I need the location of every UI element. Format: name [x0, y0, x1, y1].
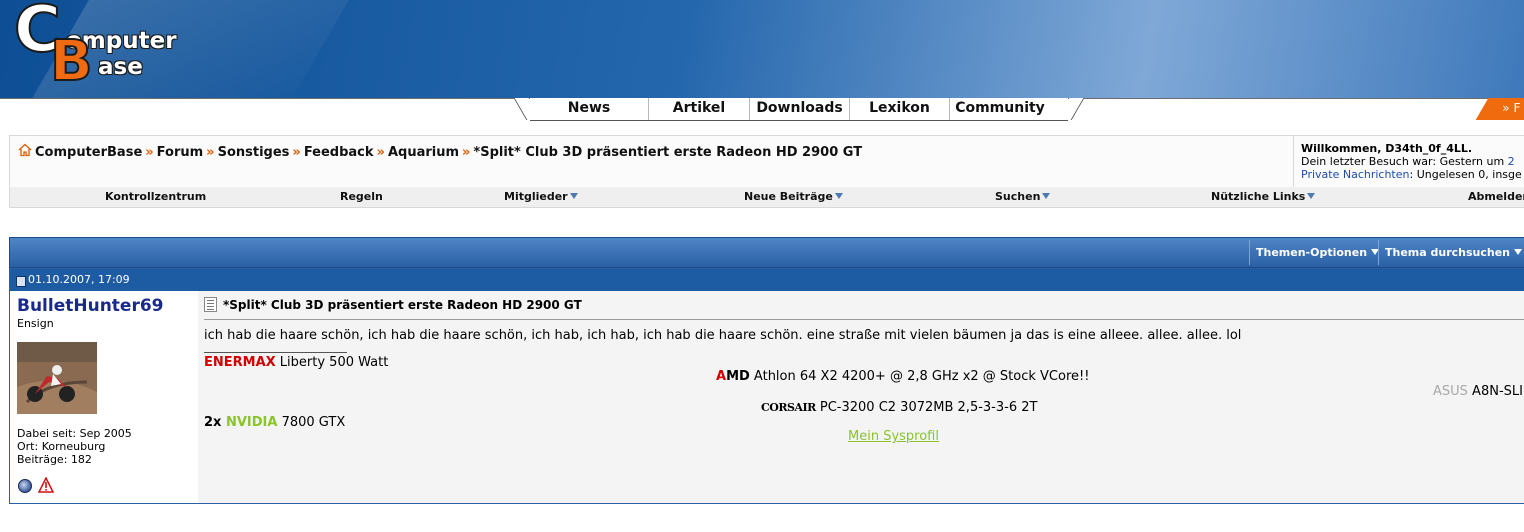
cpu-model: Athlon 64 X2 4200+ @ 2,8 GHz x2 @ Stock …: [749, 369, 1090, 384]
header-orange-button-label: » F: [1502, 101, 1521, 115]
gpu-brand: NVIDIA: [225, 415, 278, 430]
breadcrumb-sonstiges[interactable]: Sonstiges: [218, 145, 290, 160]
motocross-avatar-image: [17, 342, 97, 414]
private-messages-status: : Ungelesen 0, insge: [1409, 168, 1522, 181]
thread-options-button[interactable]: Themen-Optionen: [1249, 240, 1385, 265]
thread-search-button[interactable]: Thema durchsuchen: [1378, 240, 1524, 265]
psu-brand: ENERMAX: [204, 355, 276, 370]
breadcrumb-separator: »: [462, 145, 471, 160]
main-nav: News Artikel Downloads Lexikon Community: [530, 98, 1068, 121]
last-visit-time[interactable]: 2: [1508, 155, 1515, 168]
dropdown-arrow-icon: [1514, 249, 1523, 255]
subnav-mitglieder[interactable]: Mitglieder: [504, 190, 578, 203]
subnav-neue-beitraege-label: Neue Beiträge: [744, 190, 833, 203]
signature-psu: ENERMAX Liberty 500 Watt: [204, 355, 388, 370]
ram-brand: CORSAIR: [761, 401, 816, 414]
signature-ram: CORSAIR PC-3200 C2 3072MB 2,5-3-3-6 2T: [761, 400, 1037, 415]
breadcrumb-separator: »: [292, 145, 301, 160]
subnav-abmelden[interactable]: Abmelden: [1468, 190, 1524, 203]
signature-cpu: AMD Athlon 64 X2 4200+ @ 2,8 GHz x2 @ St…: [716, 369, 1089, 384]
subnav-neue-beitraege[interactable]: Neue Beiträge: [744, 190, 843, 203]
document-icon: [204, 297, 217, 312]
nav-tab-downloads[interactable]: Downloads: [749, 98, 849, 120]
signature-gpu: 2x NVIDIA 7800 GTX: [204, 415, 345, 430]
private-messages-link[interactable]: Private Nachrichten: [1301, 168, 1410, 181]
breadcrumb-separator: »: [206, 145, 215, 160]
ram-model: PC-3200 C2 3072MB 2,5-3-3-6 2T: [815, 400, 1038, 415]
breadcrumb-separator: »: [145, 145, 154, 160]
breadcrumb-current-thread: *Split* Club 3D präsentiert erste Radeon…: [473, 145, 863, 160]
nav-tab-artikel[interactable]: Artikel: [648, 98, 749, 120]
logo-letter-b: B: [49, 29, 94, 94]
report-post-icon[interactable]: [38, 477, 54, 493]
post-title: *Split* Club 3D präsentiert erste Radeon…: [204, 297, 582, 312]
breadcrumb-feedback[interactable]: Feedback: [304, 145, 374, 160]
sub-navigation: Kontrollzentrum Regeln Mitglieder Neue B…: [9, 187, 1524, 208]
computerbase-logo[interactable]: C omputer B ase: [13, 0, 177, 94]
breadcrumb-panel: ComputerBase» Forum» Sonstiges» Feedback» Aq…: [9, 135, 1524, 188]
nav-tab-lexikon[interactable]: Lexikon: [849, 98, 949, 120]
user-info-pane: BulletHunter69 Ensign Dabei seit: Sep 20…: [10, 291, 198, 503]
forum-post: 01.10.2007, 17:09 BulletHunter69 Ensign …: [9, 268, 1524, 504]
last-visit: Dein letzter Besuch war: Gestern um 2: [1301, 155, 1524, 168]
psu-model: Liberty 500 Watt: [275, 355, 389, 370]
subnav-regeln[interactable]: Regeln: [340, 190, 383, 203]
signature-board: ASUS A8N-SLI: [1433, 384, 1523, 399]
welcome-box: Willkommen, D34th_0f_4LL. Dein letzter B…: [1293, 136, 1524, 187]
signature-divider: [204, 352, 347, 353]
post-username[interactable]: BulletHunter69: [17, 296, 164, 316]
user-rank: Ensign: [17, 317, 54, 330]
nav-tab-community[interactable]: Community: [949, 98, 1050, 120]
welcome-greeting: Willkommen, D34th_0f_4LL.: [1301, 142, 1473, 155]
home-icon[interactable]: [18, 143, 32, 157]
breadcrumb-forum[interactable]: Forum: [157, 145, 204, 160]
nav-tab-news[interactable]: News: [530, 98, 648, 120]
dropdown-arrow-icon: [1307, 193, 1316, 199]
post-title-text: *Split* Club 3D präsentiert erste Radeon…: [223, 298, 582, 312]
breadcrumb-computerbase[interactable]: ComputerBase: [35, 145, 142, 160]
private-messages: Private Nachrichten: Ungelesen 0, insge: [1301, 168, 1524, 181]
post-divider: [204, 319, 1524, 320]
dropdown-arrow-icon: [569, 193, 578, 199]
user-details: Dabei seit: Sep 2005 Ort: Korneuburg Bei…: [17, 427, 132, 466]
cpu-brand-md: MD: [726, 369, 750, 384]
thread-search-label: Thema durchsuchen: [1385, 246, 1511, 259]
post-body: ich hab die haare schön, ich hab die haa…: [204, 328, 1242, 343]
breadcrumb-aquarium[interactable]: Aquarium: [388, 145, 459, 160]
post-content: *Split* Club 3D präsentiert erste Radeon…: [198, 291, 1524, 503]
thread-toolbar: Themen-Optionen Thema durchsuchen: [9, 237, 1524, 268]
user-location: Ort: Korneuburg: [17, 440, 106, 453]
board-brand: ASUS: [1433, 384, 1468, 399]
post-date: 01.10.2007, 17:09: [28, 273, 130, 286]
cpu-brand-a: A: [716, 369, 727, 384]
breadcrumb-separator: »: [376, 145, 385, 160]
subnav-kontrollzentrum[interactable]: Kontrollzentrum: [105, 190, 206, 203]
last-visit-text: Dein letzter Besuch war: Gestern um: [1301, 155, 1505, 168]
site-header: C omputer B ase: [0, 0, 1524, 100]
gpu-count: 2x: [204, 415, 226, 430]
breadcrumb: ComputerBase» Forum» Sonstiges» Feedback» Aq…: [18, 143, 862, 160]
subnav-suchen[interactable]: Suchen: [995, 190, 1051, 203]
dropdown-arrow-icon: [1042, 193, 1051, 199]
sysprofil-link[interactable]: Mein Sysprofil: [848, 429, 939, 444]
gpu-model: 7800 GTX: [277, 415, 346, 430]
user-avatar[interactable]: [17, 342, 97, 414]
user-joined: Dabei seit: Sep 2005: [17, 427, 132, 440]
subnav-mitglieder-label: Mitglieder: [504, 190, 568, 203]
thread-options-label: Themen-Optionen: [1256, 246, 1368, 259]
subnav-nuetzliche-links[interactable]: Nützliche Links: [1211, 190, 1316, 203]
post-header: 01.10.2007, 17:09: [10, 269, 1524, 291]
logo-word-ase: ase: [98, 54, 143, 80]
subnav-nuetzliche-links-label: Nützliche Links: [1211, 190, 1306, 203]
board-model: A8N-SLI: [1467, 384, 1523, 399]
post-status-icon: [16, 276, 26, 287]
user-post-count: Beiträge: 182: [17, 453, 92, 466]
subnav-suchen-label: Suchen: [995, 190, 1041, 203]
dropdown-arrow-icon: [834, 193, 843, 199]
online-status-icon: [18, 479, 32, 493]
